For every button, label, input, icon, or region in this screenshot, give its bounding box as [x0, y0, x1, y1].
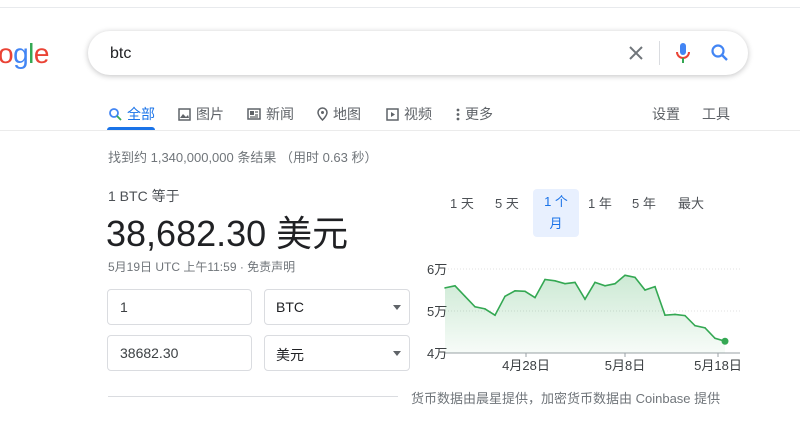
search-divider	[659, 41, 660, 65]
price-point	[514, 290, 516, 292]
range-1d[interactable]: 1 天	[450, 193, 474, 212]
range-1m[interactable]: 1 个 月	[533, 189, 579, 237]
dropdown-arrow-icon	[393, 305, 401, 310]
price-point	[674, 313, 676, 316]
section-divider	[108, 396, 398, 397]
x-tick-label: 4月28日	[502, 358, 550, 373]
price-point	[654, 285, 656, 288]
price-point	[554, 279, 556, 282]
price-point	[454, 285, 456, 287]
from-currency-select[interactable]: BTC	[264, 289, 410, 325]
price-point	[684, 314, 686, 317]
google-logo[interactable]: ogle	[0, 38, 49, 70]
price-point	[464, 295, 466, 298]
map-pin-icon	[317, 107, 328, 121]
price-point	[444, 287, 446, 289]
price-point	[694, 324, 696, 327]
range-5d[interactable]: 5 天	[495, 193, 519, 212]
to-amount-input[interactable]	[108, 336, 251, 370]
dropdown-arrow-icon	[393, 351, 401, 356]
conversion-value: 38,682.30 美元	[106, 213, 349, 254]
y-tick-label: 6万	[427, 262, 447, 277]
settings-label: 设置	[652, 106, 680, 122]
tab-images[interactable]: 图片	[178, 104, 224, 124]
x-tick-label: 5月18日	[694, 358, 742, 373]
y-tick-label: 5万	[427, 304, 447, 319]
price-point	[594, 281, 596, 284]
price-area	[445, 275, 725, 353]
price-point	[614, 282, 616, 285]
price-point	[534, 296, 536, 299]
price-chart[interactable]: 6万 5万 4万 4月28日 5月8日 5月18日	[410, 255, 770, 375]
to-currency-value: 美元	[276, 347, 304, 363]
tab-label: 全部	[127, 106, 155, 122]
search-input[interactable]	[108, 31, 612, 77]
price-point	[484, 308, 486, 310]
search-icon	[109, 108, 122, 121]
price-point	[624, 274, 626, 277]
news-icon	[247, 108, 261, 120]
range-5y[interactable]: 5 年	[632, 193, 656, 212]
price-point	[564, 282, 566, 285]
range-1y[interactable]: 1 年	[588, 193, 612, 212]
image-icon	[178, 107, 191, 121]
search-icon[interactable]	[708, 41, 732, 65]
data-source-note: 货币数据由晨星提供，加密货币数据由 Coinbase 提供	[411, 391, 721, 406]
price-point	[504, 295, 506, 298]
price-point	[724, 340, 726, 343]
tab-more[interactable]: 更多	[456, 104, 493, 124]
search-box[interactable]	[88, 31, 748, 77]
price-point	[714, 337, 716, 340]
tab-videos[interactable]: 视频	[386, 104, 432, 124]
price-point	[524, 290, 526, 293]
tab-all[interactable]: 全部	[108, 104, 155, 124]
settings-link[interactable]: 设置	[652, 104, 680, 124]
price-point	[574, 281, 576, 284]
tab-label: 更多	[465, 106, 493, 122]
price-point	[474, 306, 476, 308]
logo-letter: o	[0, 38, 14, 69]
tab-label: 视频	[404, 106, 432, 122]
tab-news[interactable]: 新闻	[247, 104, 294, 124]
price-point	[704, 327, 706, 329]
price-point	[544, 278, 546, 281]
tools-label: 工具	[702, 106, 730, 122]
logo-letter: e	[33, 38, 50, 69]
tab-label: 新闻	[266, 106, 294, 122]
price-point	[664, 314, 666, 316]
video-icon	[386, 107, 399, 121]
from-amount-field[interactable]	[107, 289, 252, 325]
logo-letter: g	[13, 38, 29, 69]
to-currency-select[interactable]: 美元	[264, 335, 410, 371]
microphone-icon[interactable]	[671, 41, 695, 65]
tools-link[interactable]: 工具	[702, 104, 730, 124]
price-point	[584, 298, 586, 301]
conversion-timestamp[interactable]: 5月19日 UTC 上午11:59 · 免责声明	[108, 258, 295, 275]
tab-label: 地图	[333, 106, 361, 122]
tabs-divider	[0, 130, 800, 131]
tab-maps[interactable]: 地图	[317, 104, 361, 124]
price-point	[644, 289, 646, 291]
clear-icon[interactable]	[624, 41, 648, 65]
x-tick-label: 5月8日	[605, 358, 645, 373]
from-currency-value: BTC	[276, 299, 304, 315]
y-tick-label: 4万	[427, 346, 447, 361]
more-icon	[456, 108, 460, 120]
result-stats: 找到约 1,340,000,000 条结果 （用时 0.63 秒）	[108, 150, 378, 165]
price-point	[604, 285, 606, 287]
from-amount-input[interactable]	[108, 290, 251, 324]
top-divider	[0, 7, 800, 8]
conversion-label: 1 BTC 等于	[108, 188, 180, 204]
to-amount-field[interactable]	[107, 335, 252, 371]
price-point	[634, 276, 636, 279]
range-max[interactable]: 最大	[678, 193, 704, 212]
tab-label: 图片	[196, 106, 224, 122]
price-point	[494, 314, 496, 316]
